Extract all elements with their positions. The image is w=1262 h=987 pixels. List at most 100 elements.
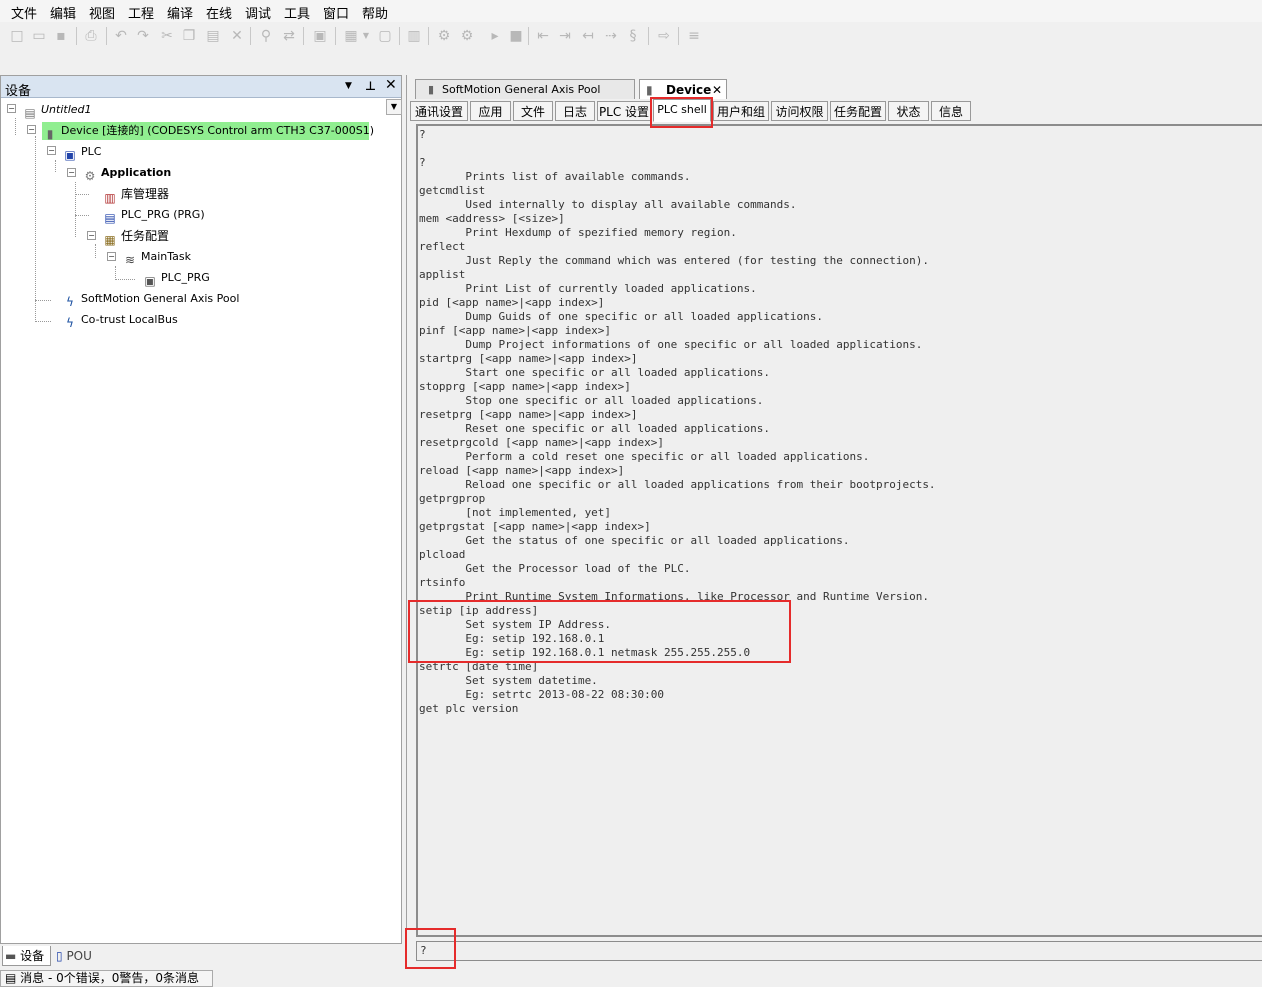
gear-icon: ⚙ xyxy=(84,169,96,183)
devices-panel-header: 设备 ▼ ⊥ ✕ xyxy=(1,76,401,99)
tree-line xyxy=(15,118,16,135)
tree-node-library-manager[interactable]: ▥ 库管理器 xyxy=(102,185,169,205)
breakpoint-icon[interactable]: § xyxy=(624,27,642,45)
login-icon[interactable]: ⚙ xyxy=(435,27,453,45)
run-to-cursor-icon[interactable]: ⇢ xyxy=(602,27,620,45)
print-icon[interactable]: ⎙ xyxy=(82,27,100,45)
step-over-icon[interactable]: ⇤ xyxy=(534,27,552,45)
tree-node-softmotion[interactable]: ϟ SoftMotion General Axis Pool xyxy=(62,290,239,309)
tree-node-task-config[interactable]: ▦ 任务配置 xyxy=(102,227,169,247)
tree-node-maintask-plc-prg[interactable]: ▣ PLC_PRG xyxy=(142,269,209,288)
tab-comm-settings[interactable]: 通讯设置 xyxy=(410,101,468,121)
tab-users-groups[interactable]: 用户和组 xyxy=(713,101,769,121)
redo-icon[interactable]: ↷ xyxy=(134,27,152,45)
cut-icon[interactable]: ✂ xyxy=(158,27,176,45)
undo-icon[interactable]: ↶ xyxy=(112,27,130,45)
program-icon: ▤ xyxy=(104,211,116,225)
new-file-icon[interactable]: □ xyxy=(8,27,26,45)
run-icon[interactable]: ▸ xyxy=(486,27,504,45)
toolbar-separator xyxy=(648,27,649,45)
find-icon[interactable]: ⚲ xyxy=(257,27,275,45)
build-icon[interactable]: ▥ xyxy=(405,27,423,45)
doc-tab-device[interactable]: ▮ Device ✕ xyxy=(639,79,727,99)
doc-tab-label: Device xyxy=(666,83,712,97)
save-icon[interactable]: ▪ xyxy=(52,27,70,45)
menu-tools[interactable]: 工具 xyxy=(284,3,310,22)
step-into-icon[interactable]: ⇥ xyxy=(556,27,574,45)
expand-toggle-plc[interactable]: − xyxy=(47,146,56,155)
window-icon[interactable]: ▣ xyxy=(311,27,329,45)
tree-node-device[interactable]: ▮ Device [连接的] (CODESYS Control arm CTH3 … xyxy=(42,122,374,141)
chevron-down-icon[interactable]: ▼ xyxy=(362,27,370,45)
tree-node-plc-prg[interactable]: ▤ PLC_PRG (PRG) xyxy=(102,206,204,225)
menu-edit[interactable]: 编辑 xyxy=(50,3,76,22)
messages-status-bar[interactable]: ▤ 消息 - 0个错误，0警告，0条消息 xyxy=(0,970,213,987)
devices-panel: 设备 ▼ ⊥ ✕ ▼ − − − − − − ▤ Untitled1 ▮ Devic… xyxy=(0,75,402,944)
tree-node-plc[interactable]: ▣ PLC xyxy=(62,143,101,162)
logout-icon[interactable]: ⚙ xyxy=(458,27,476,45)
localbus-icon: ϟ xyxy=(66,316,74,330)
tab-pou[interactable]: ▯ POU xyxy=(54,946,102,966)
menu-view[interactable]: 视图 xyxy=(89,3,115,22)
tree-node-maintask[interactable]: ≋ MainTask xyxy=(122,248,191,267)
tree-node-localbus[interactable]: ϟ Co-trust LocalBus xyxy=(62,311,178,330)
close-icon[interactable]: ✕ xyxy=(712,80,722,100)
copy-icon[interactable]: ❐ xyxy=(180,27,198,45)
tab-access-rights[interactable]: 访问权限 xyxy=(771,101,828,121)
tab-plc-settings[interactable]: PLC 设置 xyxy=(597,101,651,121)
paste-icon[interactable]: ▤ xyxy=(204,27,222,45)
panel-menu-icon[interactable]: ▼ xyxy=(345,81,352,91)
stop-icon[interactable]: ■ xyxy=(507,27,525,45)
menu-window[interactable]: 窗口 xyxy=(323,3,349,22)
toolbar-separator xyxy=(528,27,529,45)
object-icon[interactable]: ▦ xyxy=(342,27,360,45)
expand-toggle-application[interactable]: − xyxy=(67,168,76,177)
tab-info[interactable]: 信息 xyxy=(931,101,971,121)
menu-online[interactable]: 在线 xyxy=(206,3,232,22)
tab-status[interactable]: 状态 xyxy=(888,101,929,121)
menu-debug[interactable]: 调试 xyxy=(245,3,271,22)
toolbar-separator xyxy=(303,27,304,45)
device-icon: ▮ xyxy=(428,83,435,96)
expand-toggle-project[interactable]: − xyxy=(7,104,16,113)
tab-applications[interactable]: 应用 xyxy=(470,101,511,121)
tab-files[interactable]: 文件 xyxy=(513,101,553,121)
expand-toggle-maintask[interactable]: − xyxy=(107,252,116,261)
tree-line xyxy=(55,160,56,172)
expand-toggle-device[interactable]: − xyxy=(27,125,36,134)
pin-icon[interactable]: ⊥ xyxy=(365,79,376,93)
highlight-plc-shell-tab xyxy=(650,97,713,128)
project-icon: ▤ xyxy=(24,106,36,120)
tree-dropdown-button[interactable]: ▼ xyxy=(386,99,402,115)
tree-line xyxy=(35,300,51,301)
tab-task-config[interactable]: 任务配置 xyxy=(830,101,886,121)
delete-icon[interactable]: ✕ xyxy=(228,27,246,45)
toolbar-separator xyxy=(106,27,107,45)
menu-build[interactable]: 编译 xyxy=(167,3,193,22)
tab-log[interactable]: 日志 xyxy=(555,101,595,121)
menu-project[interactable]: 工程 xyxy=(128,3,154,22)
axis-pool-icon: ϟ xyxy=(66,295,74,309)
tree-line xyxy=(75,182,76,237)
tree-node-project[interactable]: ▤ Untitled1 xyxy=(22,101,91,120)
tree-line xyxy=(115,266,116,280)
menu-help[interactable]: 帮助 xyxy=(362,3,388,22)
step-out-icon[interactable]: ↤ xyxy=(579,27,597,45)
messages-icon: ▤ xyxy=(5,971,17,985)
doc-tab-softmotion[interactable]: ▮ SoftMotion General Axis Pool xyxy=(415,79,635,99)
add-object-icon[interactable]: ▢ xyxy=(376,27,394,45)
open-folder-icon[interactable]: ▭ xyxy=(30,27,48,45)
shell-output[interactable]: ? ? Prints list of available commands. g… xyxy=(416,124,1262,937)
tab-devices[interactable]: ▬ 设备 xyxy=(2,946,51,966)
menu-file[interactable]: 文件 xyxy=(11,3,37,22)
replace-icon[interactable]: ⇄ xyxy=(280,27,298,45)
expand-toggle-task-config[interactable]: − xyxy=(87,231,96,240)
tree-node-label: MainTask xyxy=(141,250,191,263)
shell-command-input[interactable]: ? xyxy=(416,941,1262,961)
toolbar-separator xyxy=(428,27,429,45)
close-icon[interactable]: ✕ xyxy=(385,77,397,93)
write-values-icon[interactable]: ⇨ xyxy=(655,27,673,45)
tree-node-application[interactable]: ⚙ Application xyxy=(82,164,172,183)
force-values-icon[interactable]: ≡ xyxy=(685,27,703,45)
device-icon: ▮ xyxy=(46,127,54,141)
